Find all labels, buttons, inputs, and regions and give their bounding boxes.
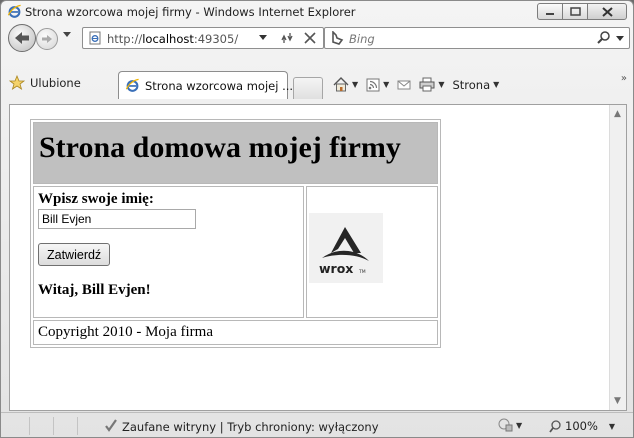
maximize-button[interactable] xyxy=(562,3,588,20)
magnifier-icon xyxy=(549,419,561,433)
new-tab-button[interactable] xyxy=(293,77,323,99)
zoom-level: 100% xyxy=(565,419,598,433)
minimize-icon xyxy=(546,12,554,15)
home-button[interactable]: ▼ xyxy=(333,77,358,92)
tab-title: Strona wzorcowa mojej ... xyxy=(145,79,294,93)
title-bar: Strona wzorcowa mojej firmy - Windows In… xyxy=(1,1,633,23)
star-icon xyxy=(9,75,25,90)
refresh-icon[interactable] xyxy=(279,31,295,45)
form-cell: Wpisz swoje imię: Zatwierdź Witaj, Bill … xyxy=(33,186,304,318)
page-viewport: Strona domowa mojej firmy Wpisz swoje im… xyxy=(9,104,627,411)
logo-wordmark: wrox xyxy=(319,261,353,276)
status-separator xyxy=(77,417,78,435)
search-dropdown-icon[interactable] xyxy=(616,36,624,42)
forward-arrow-icon xyxy=(42,35,52,43)
favorites-tab-bar: Ulubione Strona wzorcowa mojej ... ▼ ▼ ▼… xyxy=(1,53,633,103)
favorites-button[interactable]: Ulubione xyxy=(9,75,81,90)
status-bar: Zaufane witryny | Tryb chroniony: wyłącz… xyxy=(1,412,633,437)
greeting-text: Witaj, Bill Evjen! xyxy=(38,282,151,298)
page-menu-button[interactable]: Strona ▼ xyxy=(452,78,499,92)
wrox-logo-icon: wrox TM xyxy=(319,227,369,276)
close-button[interactable] xyxy=(587,3,627,20)
footer-cell: Copyright 2010 - Moja firma xyxy=(33,320,438,345)
back-button[interactable] xyxy=(8,24,36,52)
vertical-scrollbar[interactable]: ▲ ▼ xyxy=(609,105,626,410)
ie-icon xyxy=(125,78,139,92)
scroll-up-icon[interactable]: ▲ xyxy=(614,109,621,119)
close-icon xyxy=(601,6,613,17)
browser-window: Strona wzorcowa mojej firmy - Windows In… xyxy=(0,0,634,438)
feeds-button[interactable]: ▼ xyxy=(366,78,389,92)
status-separator xyxy=(29,417,30,435)
checkmark-icon xyxy=(105,419,117,432)
page-menu-label: Strona xyxy=(452,77,491,92)
page-heading: Strona domowa mojej firmy xyxy=(39,131,401,164)
logo-cell: wrox TM xyxy=(305,186,438,318)
command-bar: ▼ ▼ ▼ Strona ▼ xyxy=(333,77,499,92)
name-input[interactable] xyxy=(38,209,196,229)
maximize-icon xyxy=(569,7,581,16)
address-prefix: http:// xyxy=(107,32,143,46)
chevron-overflow-icon[interactable]: » xyxy=(621,73,627,84)
address-bar[interactable]: http://localhost:49305/ xyxy=(82,27,324,49)
ie-icon xyxy=(7,4,21,18)
mail-icon xyxy=(397,80,411,89)
print-button[interactable]: ▼ xyxy=(419,77,444,92)
search-icon[interactable] xyxy=(597,31,611,45)
address-host: localhost xyxy=(142,32,194,46)
zone-icon xyxy=(498,418,513,432)
chevron-down-icon: ▼ xyxy=(438,80,445,89)
chevron-down-icon: ▼ xyxy=(383,80,390,89)
copyright-text: Copyright 2010 - Moja firma xyxy=(38,324,213,340)
status-text: Zaufane witryny | Tryb chroniony: wyłącz… xyxy=(122,420,379,434)
tab-active[interactable]: Strona wzorcowa mojej ... xyxy=(118,71,293,99)
chevron-down-icon: ▼ xyxy=(493,80,500,89)
name-label: Wpisz swoje imię: xyxy=(38,191,154,207)
zone-button[interactable]: ▼ xyxy=(497,418,522,432)
logo-trademark: TM xyxy=(358,269,366,275)
forward-button[interactable] xyxy=(36,28,58,50)
submit-button[interactable]: Zatwierdź xyxy=(38,243,111,266)
history-dropdown-icon[interactable] xyxy=(63,32,71,38)
chevron-down-icon: ▼ xyxy=(608,421,616,431)
scroll-down-icon[interactable]: ▼ xyxy=(614,396,621,406)
zoom-button[interactable]: 100% ▼ xyxy=(549,419,615,433)
chevron-down-icon: ▼ xyxy=(516,420,523,430)
mail-button[interactable] xyxy=(397,79,411,91)
address-dropdown-icon[interactable] xyxy=(259,35,267,41)
status-separator xyxy=(53,417,54,435)
rss-icon xyxy=(366,78,380,91)
home-icon xyxy=(333,77,349,92)
search-box[interactable]: Bing xyxy=(324,27,630,49)
window-title: Strona wzorcowa mojej firmy - Windows In… xyxy=(25,5,356,19)
address-port: :49305/ xyxy=(193,32,239,46)
header-cell: Strona domowa mojej firmy xyxy=(33,122,438,184)
page-layout-table: Strona domowa mojej firmy Wpisz swoje im… xyxy=(30,119,441,348)
address-text: http://localhost:49305/ xyxy=(107,32,238,46)
back-arrow-icon xyxy=(15,32,29,44)
minimize-button[interactable] xyxy=(537,3,563,20)
window-controls xyxy=(537,3,627,20)
favorites-label: Ulubione xyxy=(30,75,81,90)
page-icon xyxy=(89,31,101,45)
chevron-down-icon: ▼ xyxy=(352,80,359,89)
search-placeholder: Bing xyxy=(349,32,375,46)
print-icon xyxy=(419,77,435,92)
wrox-logo: wrox TM xyxy=(308,213,383,283)
stop-icon[interactable] xyxy=(303,29,317,45)
navigation-bar: http://localhost:49305/ Bing xyxy=(1,23,633,53)
bing-icon xyxy=(332,31,344,45)
